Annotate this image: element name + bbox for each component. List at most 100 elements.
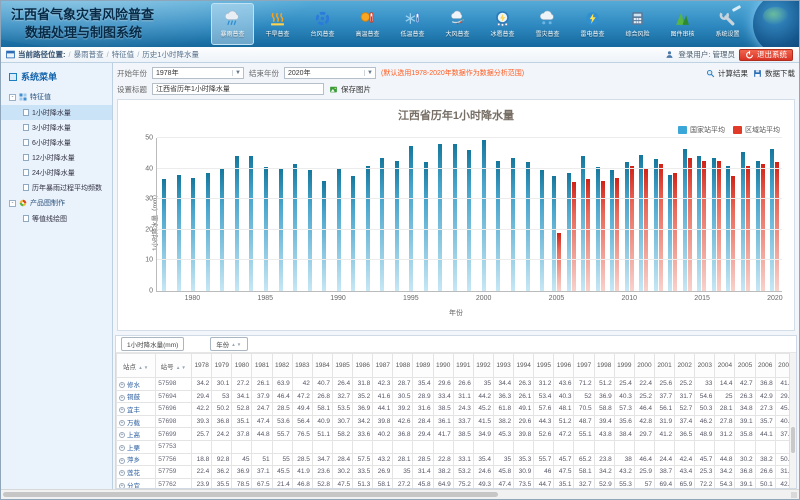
sidebar-item-6小时降水量[interactable]: 6小时降水量: [1, 135, 112, 150]
column-header-year[interactable]: 1989: [413, 354, 433, 378]
legend-item-2[interactable]: 区域站平均: [733, 125, 780, 135]
expand-icon[interactable]: +: [119, 432, 125, 438]
year-sort-button[interactable]: 年份 ▲▼: [210, 337, 248, 351]
breadcrumb-item[interactable]: 特征值: [112, 49, 135, 60]
column-header-station-id[interactable]: 站号 ▲▼: [156, 354, 192, 378]
collapse-icon[interactable]: -: [9, 94, 16, 101]
nav-item-6[interactable]: 大风普查: [436, 3, 479, 45]
nav-item-7[interactable]: 冰雹普查: [481, 3, 524, 45]
value-cell: 43.4: [675, 466, 695, 479]
sidebar-item-3小时降水量[interactable]: 3小时降水量: [1, 120, 112, 135]
bar-group-1990: [331, 138, 346, 291]
value-cell: 42.2: [192, 403, 212, 416]
horizontal-scrollbar[interactable]: [1, 489, 799, 499]
column-header-year[interactable]: 1981: [252, 354, 272, 378]
column-header-year[interactable]: 1986: [353, 354, 373, 378]
column-header-year[interactable]: 1991: [453, 354, 473, 378]
chart-title-input[interactable]: [152, 83, 324, 95]
expand-icon[interactable]: +: [119, 420, 125, 426]
sort-arrows-icon[interactable]: ▲▼: [136, 365, 149, 370]
sidebar-item-历年暴雨过程平均频数[interactable]: 历年暴雨过程平均频数: [1, 180, 112, 195]
sidebar-item-1小时降水量[interactable]: 1小时降水量: [1, 105, 112, 120]
column-header-year[interactable]: 2001: [654, 354, 674, 378]
end-year-select[interactable]: 2020年 ▼: [284, 67, 376, 79]
expand-icon[interactable]: +: [119, 407, 125, 413]
metric-button[interactable]: 1小时降水量(mm): [121, 337, 184, 351]
column-header-year[interactable]: 1984: [312, 354, 332, 378]
save-image-button[interactable]: 保存图片: [329, 84, 371, 95]
sidebar-item-12小时降水量[interactable]: 12小时降水量: [1, 150, 112, 165]
value-cell: 39.2: [393, 403, 413, 416]
column-header-station[interactable]: 站点 ▲▼: [117, 354, 156, 378]
bar-group-2005: [549, 138, 564, 291]
sidebar-item-等值线绘图[interactable]: 等值线绘图: [1, 211, 112, 226]
legend-item-1[interactable]: 国家站平均: [678, 125, 725, 135]
breadcrumb-item[interactable]: 历史1小时降水量: [142, 49, 199, 60]
column-header-year[interactable]: 1998: [594, 354, 614, 378]
value-cell: 30.2: [735, 453, 755, 466]
column-header-year[interactable]: 2000: [634, 354, 654, 378]
column-header-year[interactable]: 2005: [735, 354, 755, 378]
nav-item-3[interactable]: 台风普查: [301, 3, 344, 45]
value-cell: 25.4: [614, 378, 634, 391]
column-header-year[interactable]: 1995: [534, 354, 554, 378]
column-header-year[interactable]: 1994: [514, 354, 534, 378]
column-header-year[interactable]: 2006: [755, 354, 775, 378]
column-header-year[interactable]: 2004: [715, 354, 735, 378]
value-cell: 22.4: [192, 466, 212, 479]
value-cell: 32.7: [332, 390, 352, 403]
column-header-year[interactable]: 1997: [574, 354, 594, 378]
nav-item-10[interactable]: 综合风险: [616, 3, 659, 45]
column-header-year[interactable]: 1988: [393, 354, 413, 378]
column-header-year[interactable]: 1987: [373, 354, 393, 378]
calculate-button[interactable]: 计算结果: [706, 68, 748, 79]
value-cell: 44.1: [755, 428, 775, 441]
expand-icon[interactable]: +: [119, 470, 125, 476]
sort-arrows-icon[interactable]: ▲▼: [174, 365, 187, 370]
sidebar-item-24小时降水量[interactable]: 24小时降水量: [1, 165, 112, 180]
value-cell: 35: [473, 378, 493, 391]
nav-item-1[interactable]: 暴雨普查: [211, 3, 254, 45]
column-header-year[interactable]: 1979: [212, 354, 232, 378]
column-header-year[interactable]: 1980: [232, 354, 252, 378]
column-header-year[interactable]: 1978: [192, 354, 212, 378]
hscroll-thumb[interactable]: [3, 492, 498, 497]
column-header-year[interactable]: 1990: [433, 354, 453, 378]
nav-item-9[interactable]: 雷电普查: [571, 3, 614, 45]
app-title-line1: 江西省气象灾害风险普查: [11, 6, 154, 24]
nav-item-2[interactable]: 干旱普查: [256, 3, 299, 45]
column-header-year[interactable]: 1982: [272, 354, 292, 378]
value-cell: 53.4: [534, 390, 554, 403]
nav-item-11[interactable]: 图件审核: [661, 3, 704, 45]
expand-icon[interactable]: +: [119, 483, 125, 489]
column-header-year[interactable]: 2003: [695, 354, 715, 378]
value-cell: [594, 440, 614, 453]
download-button[interactable]: 数据下载: [753, 68, 795, 79]
sidebar-group-1[interactable]: -特征值: [1, 89, 112, 105]
logout-button[interactable]: 退出系统: [739, 49, 793, 61]
nav-item-8[interactable]: 雪灾普查: [526, 3, 569, 45]
column-header-year[interactable]: 1996: [554, 354, 574, 378]
vscroll-thumb[interactable]: [791, 427, 795, 453]
expand-icon[interactable]: +: [119, 395, 125, 401]
start-year-select[interactable]: 1978年 ▼: [152, 67, 244, 79]
column-header-year[interactable]: 1985: [332, 354, 352, 378]
collapse-icon[interactable]: -: [9, 200, 16, 207]
expand-icon[interactable]: +: [119, 382, 125, 388]
expand-icon[interactable]: +: [119, 458, 125, 464]
table-row: +莲花5775922.436.236.937.145.541.923.630.2…: [117, 466, 796, 479]
value-cell: 49.1: [514, 403, 534, 416]
column-header-year[interactable]: 1999: [614, 354, 634, 378]
column-header-year[interactable]: 1993: [493, 354, 513, 378]
column-header-year[interactable]: 1992: [473, 354, 493, 378]
nav-item-5[interactable]: 低温普查: [391, 3, 434, 45]
x-tick-cell: [273, 293, 288, 304]
table-vertical-scrollbar[interactable]: [789, 353, 796, 488]
breadcrumb-item[interactable]: 暴雨普查: [74, 49, 104, 60]
nav-item-4[interactable]: 高温普查: [346, 3, 389, 45]
nav-item-12[interactable]: 系统设置: [706, 3, 749, 45]
sidebar-group-2[interactable]: -产品图制作: [1, 195, 112, 211]
column-header-year[interactable]: 1983: [292, 354, 312, 378]
expand-icon[interactable]: +: [119, 445, 125, 451]
column-header-year[interactable]: 2002: [675, 354, 695, 378]
